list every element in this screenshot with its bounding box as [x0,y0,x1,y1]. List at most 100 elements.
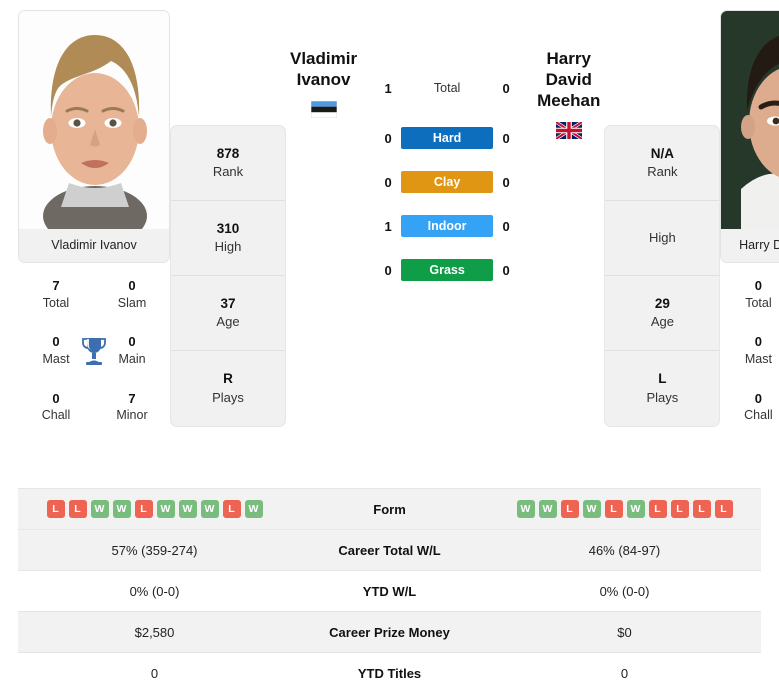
right-player-photo [721,11,779,229]
trophy-icon [82,337,106,365]
left-player-photo [19,11,169,229]
form-badge: W [626,500,645,518]
left-player-stat-card: 878 Rank 310 High 37 Age R Plays [170,125,286,427]
left-form-badges: L L W W L W W W L W [18,500,291,518]
row-label-ytd-titles: YTD Titles [357,665,422,681]
right-age-value: 29 [654,295,670,311]
left-titles-block: 7 Total 0 Slam 0 Mast 0 Main 0 Chall 7 M… [18,263,170,424]
form-badge: W [582,500,601,518]
left-titles-total-label: Total [42,295,70,310]
right-player-stat-card: N/A Rank High 29 Age L Plays [604,125,721,427]
row-label-ytd-wl: YTD W/L [362,583,417,599]
right-form-cell: W W L W L W L L L L [488,489,761,530]
table-row-career-total-wl: 57% (359-274) Career Total W/L 46% (84-9… [18,529,761,571]
form-badge: L [692,500,711,518]
left-titles-minor: 7 Minor [94,390,170,424]
left-ytd-titles: 0 [150,665,159,681]
right-form-badges: W W L W L W L L L L [488,500,761,518]
h2h-total-right-score: 0 [502,80,510,96]
right-player-column: Harry David Meehan 0 Total 0 Slam 0 Mast [720,10,779,424]
form-badge: L [648,500,667,518]
h2h-grass-right-score: 0 [502,262,510,278]
right-player-photo-card[interactable]: Harry David Meehan [720,10,779,263]
right-titles-mast: 0 Mast [720,333,779,367]
right-titles-total-value: 0 [754,278,762,293]
right-high-label: High [649,230,676,246]
form-badge: L [222,500,241,518]
right-titles-block: 0 Total 0 Slam 0 Mast 0 Main [720,263,779,424]
form-badge: L [670,500,689,518]
right-titles-total: 0 Total [720,277,779,311]
left-player-name-line1: Vladimir [290,49,358,68]
form-badge: L [134,500,153,518]
left-rank-cell: 878 Rank [171,126,285,201]
player-names-row: Vladimir Ivanov 1 Total 0 0 Hard 0 0 Cla… [286,30,604,303]
form-badge: L [604,500,623,518]
right-titles-mast-label: Mast [744,351,772,366]
left-player-photo-card[interactable]: Vladimir Ivanov [18,10,170,263]
right-plays-cell: L Plays [605,351,719,426]
left-titles-grid: 7 Total 0 Slam 0 Mast 0 Main 0 Chall 7 M… [18,277,170,424]
right-titles-chall-label: Chall [744,408,773,423]
form-badge: W [112,500,131,518]
right-titles-grid: 0 Total 0 Slam 0 Mast 0 Main [720,277,779,424]
right-rank-value: N/A [650,145,675,161]
row-label-form: Form [373,501,406,517]
left-rank-label: Rank [212,164,244,180]
row-label-career-total-wl: Career Total W/L [338,542,441,558]
h2h-total-left-score: 1 [384,80,392,96]
left-age-value: 37 [220,295,236,311]
left-titles-chall: 0 Chall [18,390,94,424]
top-comparison-section: Vladimir Ivanov 7 Total 0 Slam 0 Mast 0 … [0,0,779,480]
left-titles-slam-label: Slam [117,295,147,310]
right-career-prize-money: $0 [617,624,632,640]
left-age-cell: 37 Age [171,276,285,351]
right-player-name-line1: Harry David [545,49,592,90]
h2h-hard-left-score: 0 [384,130,392,146]
left-player-caption: Vladimir Ivanov [19,229,169,262]
table-row-ytd-wl: 0% (0-0) YTD W/L 0% (0-0) [18,570,761,612]
surface-badge-clay[interactable]: Clay [401,171,494,193]
form-badge: W [178,500,197,518]
united-kingdom-flag-icon [555,122,582,140]
right-career-total-wl: 46% (84-97) [588,542,661,558]
form-badge: L [68,500,87,518]
left-titles-minor-value: 7 [128,390,136,406]
h2h-grass-left-score: 0 [384,262,392,278]
comparison-table: L L W W L W W W L W Form W W L W L W L L… [18,488,761,694]
form-badge: W [516,500,535,518]
h2h-clay-row: 0 Clay 0 [361,171,533,193]
h2h-comparison-page: Vladimir Ivanov 7 Total 0 Slam 0 Mast 0 … [0,0,779,699]
left-player-column: Vladimir Ivanov 7 Total 0 Slam 0 Mast 0 … [18,10,170,424]
left-age-label: Age [216,314,240,330]
left-high-value: 310 [216,220,240,236]
right-titles-mast-value: 0 [754,334,762,350]
right-plays-label: Plays [646,389,679,405]
form-badge: W [200,500,219,518]
right-titles-total-label: Total [745,295,772,310]
left-career-prize-money: $2,580 [134,624,175,640]
form-badge: W [244,500,263,518]
left-plays-cell: R Plays [171,351,285,426]
left-rank-value: 878 [216,145,240,161]
form-badge: L [560,500,579,518]
h2h-indoor-left-score: 1 [384,218,392,234]
left-plays-value: R [223,371,233,387]
surface-badge-hard[interactable]: Hard [401,127,494,149]
table-row-ytd-titles: 0 YTD Titles 0 [18,652,761,694]
left-titles-slam: 0 Slam [94,277,170,311]
h2h-hard-right-score: 0 [502,130,510,146]
h2h-total-label: Total [433,81,461,95]
right-plays-value: L [658,371,667,387]
h2h-total-row: 1 Total 0 [361,77,533,99]
surface-badge-indoor[interactable]: Indoor [401,215,494,237]
right-ytd-wl: 0% (0-0) [599,583,650,599]
right-titles-chall: 0 Chall [720,390,779,424]
estonia-flag-icon [310,101,337,119]
right-player-name-block: Harry David Meehan [533,30,604,140]
left-high-label: High [214,239,242,255]
surface-badge-grass[interactable]: Grass [401,259,494,281]
left-titles-slam-value: 0 [128,278,136,293]
table-row-form: L L W W L W W W L W Form W W L W L W L L… [18,488,761,530]
right-rank-cell: N/A Rank [605,126,720,201]
